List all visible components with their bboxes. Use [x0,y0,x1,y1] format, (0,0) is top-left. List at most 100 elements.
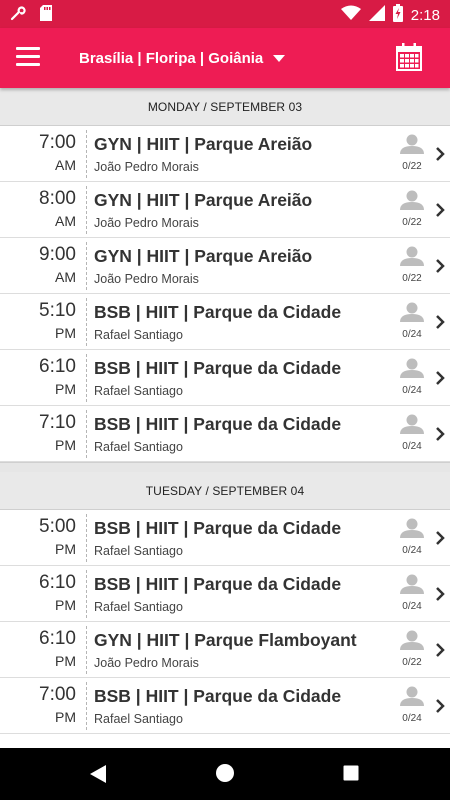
row-divider [86,682,87,730]
dropdown-caret-icon [273,54,286,62]
chevron-right-icon [436,259,445,273]
person-icon [400,246,424,266]
spots-count: 0/22 [402,657,422,668]
class-ampm: PM [55,541,76,557]
person-icon [400,190,424,210]
sd-card-icon [40,5,52,26]
class-time: 7:00 [39,684,76,705]
day-header: MONDAY / SEPTEMBER 03 [0,88,450,126]
spots-count: 0/24 [402,713,422,724]
class-title: GYN | HIIT | Parque Areião [94,134,313,154]
class-title: GYN | HIIT | Parque Areião [94,246,313,266]
class-ampm: PM [55,325,76,341]
row-divider [86,130,87,178]
status-bar: 2:18 [0,0,450,28]
class-row[interactable]: 9:00 AM GYN | HIIT | Parque Areião João … [0,238,450,294]
row-divider [86,626,87,674]
row-divider [86,514,87,562]
class-time: 6:10 [39,628,76,649]
class-row[interactable]: 5:10 PM BSB | HIIT | Parque da Cidade Ra… [0,294,450,350]
chevron-right-icon [436,203,445,217]
class-title: BSB | HIIT | Parque da Cidade [94,414,342,434]
person-icon [400,358,424,378]
class-time: 9:00 [39,244,76,265]
class-schedule-list[interactable]: MONDAY / SEPTEMBER 03 7:00 AM GYN | HIIT… [0,88,450,748]
class-coach: Rafael Santiago [94,544,183,558]
row-divider [86,410,87,458]
class-row[interactable]: 6:10 PM BSB | HIIT | Parque da Cidade Ra… [0,350,450,406]
class-row[interactable]: 7:10 PM BSB | HIIT | Parque da Cidade Ra… [0,406,450,462]
spots-count: 0/22 [402,273,422,284]
system-nav-bar [0,748,450,800]
class-row[interactable]: 7:00 AM GYN | HIIT | Parque Areião João … [0,126,450,182]
class-title: BSB | HIIT | Parque da Cidade [94,574,342,594]
spots-count: 0/22 [402,217,422,228]
spots-count: 0/24 [402,329,422,340]
class-coach: Rafael Santiago [94,600,183,614]
class-ampm: AM [55,157,76,173]
app-bar: Brasília | Floripa | Goiânia [0,28,450,88]
person-icon [400,414,424,434]
battery-charging-icon [392,4,403,27]
class-time: 6:10 [39,572,76,593]
chevron-right-icon [436,315,445,329]
chevron-right-icon [436,531,445,545]
class-row[interactable]: 6:10 PM GYN | HIIT | Parque Flamboyant J… [0,622,450,678]
chevron-right-icon [436,147,445,161]
class-title: BSB | HIIT | Parque da Cidade [94,358,342,378]
day-separator [0,462,450,472]
person-icon [400,574,424,594]
class-time: 8:00 [39,188,76,209]
row-divider [86,186,87,234]
class-coach: Rafael Santiago [94,712,183,726]
class-row-partial[interactable] [0,734,450,748]
class-row[interactable]: 6:10 PM BSB | HIIT | Parque da Cidade Ra… [0,566,450,622]
class-time: 7:10 [39,412,76,433]
chevron-right-icon [436,699,445,713]
person-icon [400,302,424,322]
spots-count: 0/24 [402,601,422,612]
class-row[interactable]: 8:00 AM GYN | HIIT | Parque Areião João … [0,182,450,238]
wrench-icon [10,5,26,26]
chevron-right-icon [436,371,445,385]
city-selector-label: Brasília | Floripa | Goiânia [79,49,264,67]
chevron-right-icon [436,643,445,657]
class-row[interactable]: 5:00 PM BSB | HIIT | Parque da Cidade Ra… [0,510,450,566]
day-header: TUESDAY / SEPTEMBER 04 [0,472,450,510]
menu-icon[interactable] [16,44,44,72]
spots-count: 0/24 [402,385,422,396]
class-time: 5:00 [39,516,76,537]
wifi-icon [340,5,361,26]
chevron-right-icon [436,587,445,601]
class-coach: João Pedro Morais [94,656,199,670]
class-time: 5:10 [39,300,76,321]
row-divider [86,354,87,402]
class-ampm: PM [55,597,76,613]
class-coach: Rafael Santiago [94,328,183,342]
class-title: BSB | HIIT | Parque da Cidade [94,686,342,706]
person-icon [400,630,424,650]
class-ampm: PM [55,653,76,669]
home-icon[interactable] [215,763,235,783]
recent-apps-icon[interactable] [343,765,359,781]
class-ampm: AM [55,213,76,229]
city-selector[interactable]: Brasília | Floripa | Goiânia [79,47,286,69]
class-title: BSB | HIIT | Parque da Cidade [94,518,342,538]
class-ampm: PM [55,381,76,397]
back-icon[interactable] [89,764,107,784]
class-time: 7:00 [39,132,76,153]
spots-count: 0/24 [402,545,422,556]
person-icon [400,686,424,706]
calendar-icon[interactable] [396,43,422,71]
person-icon [400,518,424,538]
class-ampm: PM [55,437,76,453]
row-divider [86,570,87,618]
class-title: GYN | HIIT | Parque Flamboyant [94,630,357,650]
signal-icon [368,5,385,26]
class-row[interactable]: 7:00 PM BSB | HIIT | Parque da Cidade Ra… [0,678,450,734]
class-ampm: PM [55,709,76,725]
class-coach: João Pedro Morais [94,160,199,174]
person-icon [400,134,424,154]
spots-count: 0/24 [402,441,422,452]
row-divider [86,298,87,346]
